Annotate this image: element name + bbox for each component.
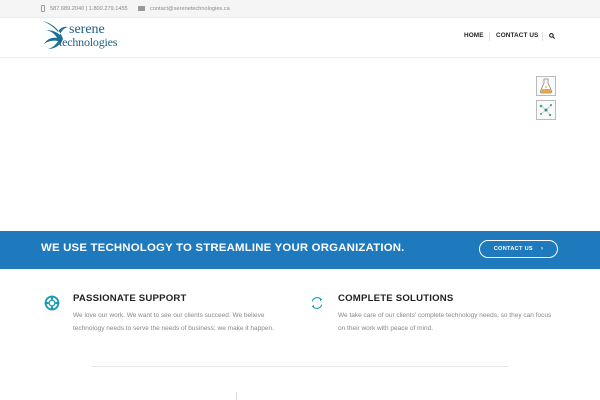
nav-separator: [489, 32, 490, 41]
chevron-right-icon: ›: [540, 246, 544, 252]
banner-headline: WE USE TECHNOLOGY TO STREAMLINE YOUR ORG…: [41, 242, 405, 254]
phone-numbers: 587.689.2040 | 1.800.279.1455: [50, 5, 128, 12]
contact-us-button[interactable]: CONTACT US ›: [479, 240, 558, 258]
phone-contact[interactable]: 587.689.2040 | 1.800.279.1455: [41, 3, 128, 14]
nav-home[interactable]: HOME: [464, 32, 484, 39]
feature-title: PASSIONATE SUPPORT: [73, 293, 187, 304]
email-contact[interactable]: contact@serenetechnologies.ca: [138, 3, 230, 14]
network-icon: [539, 103, 553, 117]
flask-thumbnail[interactable]: [536, 76, 556, 96]
contact-us-button-label: CONTACT US: [493, 246, 533, 252]
top-info-bar: 587.689.2040 | 1.800.279.1455 contact@se…: [0, 0, 600, 18]
logo-text-technologies: technologies: [59, 35, 118, 49]
network-thumbnail[interactable]: [536, 100, 556, 120]
envelope-icon: [138, 6, 145, 11]
site-logo[interactable]: serene technologies: [40, 18, 124, 56]
feature-description: We take care of our clients' complete te…: [338, 312, 552, 332]
cta-banner: WE USE TECHNOLOGY TO STREAMLINE YOUR ORG…: [0, 231, 600, 269]
search-icon[interactable]: [549, 33, 555, 39]
email-address: contact@serenetechnologies.ca: [150, 5, 230, 12]
refresh-icon: [311, 297, 323, 309]
site-header: serene technologies HOME CONTACT US: [0, 18, 600, 58]
feature-description: We love our work. We want to see our cli…: [73, 312, 274, 332]
lifebuoy-icon: [44, 295, 60, 311]
nav-contact-us[interactable]: CONTACT US: [496, 32, 538, 39]
feature-title: COMPLETE SOLUTIONS: [338, 293, 454, 304]
flask-icon: [539, 78, 553, 94]
section-divider: [92, 366, 508, 367]
decorative-line: [236, 392, 237, 400]
phone-icon: [41, 5, 45, 12]
nav-separator: [542, 32, 543, 41]
